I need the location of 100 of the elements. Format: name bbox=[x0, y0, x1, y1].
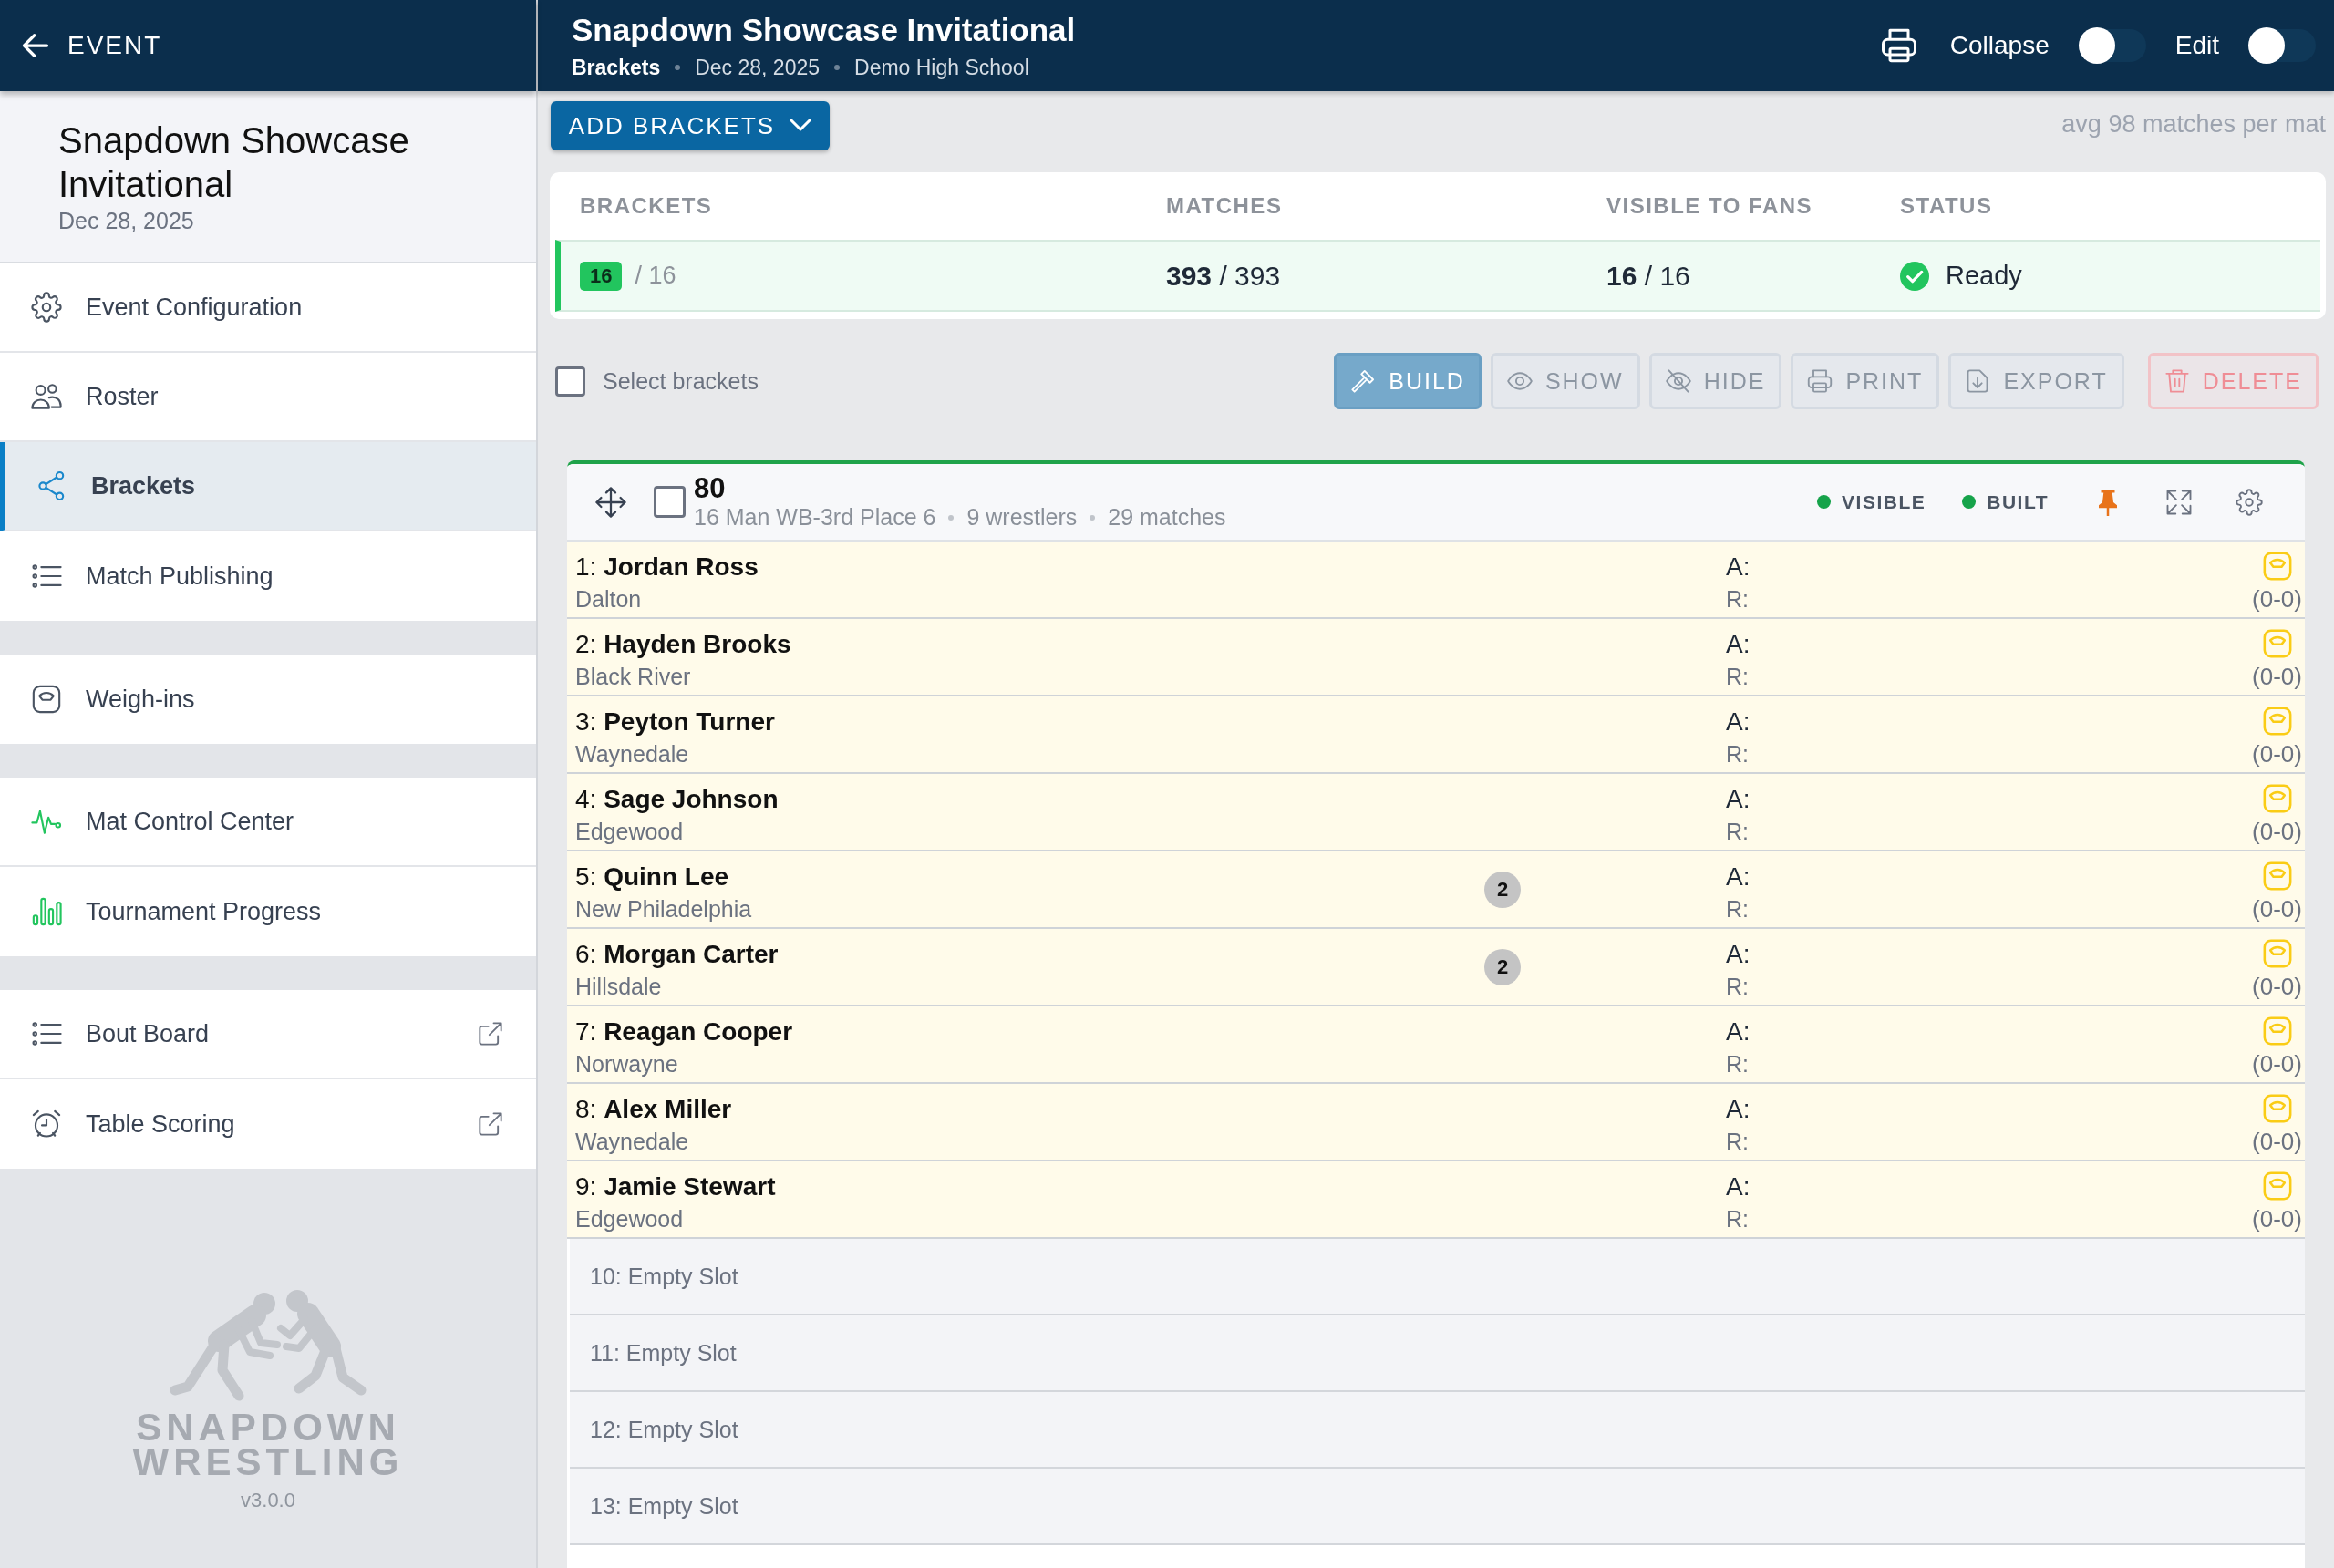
a-label: A: bbox=[1726, 1095, 1750, 1124]
count-badge: 2 bbox=[1484, 871, 1521, 908]
alarm-clock-icon bbox=[31, 1109, 62, 1140]
move-icon[interactable] bbox=[595, 486, 626, 518]
logo-wordmark: WRESTLING bbox=[132, 1445, 404, 1480]
empty-slot-row[interactable]: 10: Empty Slot bbox=[570, 1239, 2305, 1315]
wrestler-name: 5: Quinn Lee bbox=[575, 862, 729, 892]
event-date: Dec 28, 2025 bbox=[58, 208, 194, 234]
external-link-icon[interactable] bbox=[478, 1111, 503, 1137]
count-total: / 16 bbox=[635, 262, 676, 290]
r-label: R: bbox=[1726, 896, 1749, 923]
wrestler-row[interactable]: 1: Jordan Ross Dalton A: R: (0-0) bbox=[567, 542, 2305, 619]
a-label: A: bbox=[1726, 862, 1750, 892]
eye-slash-icon bbox=[1665, 368, 1691, 394]
count-badge: 2 bbox=[1484, 948, 1521, 985]
team-name: Dalton bbox=[575, 586, 642, 613]
people-icon bbox=[31, 381, 62, 412]
visible-value: 16 / 16 bbox=[1606, 260, 1690, 291]
page-title: Snapdown Showcase Invitational bbox=[572, 11, 1076, 48]
wrestler-name: 2: Hayden Brooks bbox=[575, 630, 791, 659]
flag-label: BUILT bbox=[1987, 490, 2049, 513]
toggle-label: Edit bbox=[2174, 31, 2219, 60]
flag-label: VISIBLE bbox=[1842, 490, 1926, 513]
checkbox[interactable] bbox=[654, 486, 686, 518]
wrestler-row[interactable]: 6: Morgan Carter Hillsdale 2 A: R: (0-0) bbox=[567, 929, 2305, 1006]
back-button[interactable]: EVENT bbox=[16, 26, 168, 66]
status-text: Ready bbox=[1946, 261, 2022, 291]
a-label: A: bbox=[1726, 1017, 1750, 1047]
expand-icon[interactable] bbox=[2165, 488, 2193, 516]
wrestler-row[interactable]: 2: Hayden Brooks Black River A: R: (0-0) bbox=[567, 619, 2305, 696]
team-name: Hillsdale bbox=[575, 974, 662, 1000]
toggle-switch[interactable] bbox=[2248, 29, 2316, 62]
wrestler-name: 9: Jamie Stewart bbox=[575, 1172, 776, 1202]
team-name: Waynedale bbox=[575, 1129, 689, 1155]
a-label: A: bbox=[1726, 785, 1750, 814]
wrestler-name: 1: Jordan Ross bbox=[575, 552, 759, 582]
trash-icon bbox=[2164, 368, 2190, 394]
bracket-title: 80 bbox=[694, 473, 726, 504]
column-header: VISIBLE TO FANS bbox=[1606, 193, 1813, 219]
wrestler-row[interactable]: 5: Quinn Lee New Philadelphia 2 A: R: (0-0) bbox=[567, 851, 2305, 929]
record-text: (0-0) bbox=[2252, 973, 2302, 1001]
wrestler-row[interactable]: 8: Alex Miller Waynedale A: R: (0-0) bbox=[567, 1084, 2305, 1161]
toggle-label: Collapse bbox=[1949, 31, 2050, 60]
r-label: R: bbox=[1726, 1206, 1749, 1233]
wrestler-name: 3: Peyton Turner bbox=[575, 707, 775, 737]
record-text: (0-0) bbox=[2252, 585, 2302, 614]
record-text: (0-0) bbox=[2252, 1205, 2302, 1233]
scale-icon bbox=[31, 684, 62, 715]
gear-icon bbox=[31, 292, 62, 323]
toggle-switch[interactable] bbox=[2078, 29, 2146, 62]
r-label: R: bbox=[1726, 664, 1749, 690]
count-badge: 16 bbox=[580, 261, 623, 291]
r-label: R: bbox=[1726, 1051, 1749, 1078]
team-name: Edgewood bbox=[575, 1206, 684, 1233]
column-header: MATCHES bbox=[1166, 193, 1283, 219]
r-label: R: bbox=[1726, 974, 1749, 1000]
check-circle-icon bbox=[1900, 261, 1929, 291]
column-header: STATUS bbox=[1900, 193, 1993, 219]
record-text: (0-0) bbox=[2252, 663, 2302, 691]
r-label: R: bbox=[1726, 741, 1749, 768]
r-label: R: bbox=[1726, 1129, 1749, 1155]
column-header: BRACKETS bbox=[580, 193, 713, 219]
record-text: (0-0) bbox=[2252, 740, 2302, 769]
empty-slot-row[interactable]: 11: Empty Slot bbox=[570, 1315, 2305, 1392]
average-text: avg 98 matches per mat bbox=[2061, 110, 2326, 139]
record-text: (0-0) bbox=[2252, 895, 2302, 923]
breadcrumb-text: Dec 28, 2025 bbox=[695, 55, 820, 80]
bracket-meta-text: 29 matches bbox=[1108, 504, 1226, 531]
team-name: Edgewood bbox=[575, 819, 684, 845]
external-link-icon[interactable] bbox=[478, 1021, 503, 1047]
event-title: Snapdown Showcase Invitational bbox=[58, 119, 410, 206]
settings-icon[interactable] bbox=[2236, 488, 2263, 516]
select-label: Select brackets bbox=[603, 367, 759, 395]
a-label: A: bbox=[1726, 940, 1750, 969]
team-name: Waynedale bbox=[575, 741, 689, 768]
wrestler-name: 8: Alex Miller bbox=[575, 1095, 732, 1124]
wrestler-row[interactable]: 3: Peyton Turner Waynedale A: R: (0-0) bbox=[567, 696, 2305, 774]
wrestler-row[interactable]: 4: Sage Johnson Edgewood A: R: (0-0) bbox=[567, 774, 2305, 851]
checkbox[interactable] bbox=[555, 366, 585, 397]
wrestler-row[interactable]: 7: Reagan Cooper Norwayne A: R: (0-0) bbox=[567, 1006, 2305, 1084]
matches-value: 393 / 393 bbox=[1166, 260, 1281, 291]
r-label: R: bbox=[1726, 586, 1749, 613]
bracket-meta-text: 16 Man WB-3rd Place 6 bbox=[694, 504, 936, 531]
wrestler-name: 7: Reagan Cooper bbox=[575, 1017, 793, 1047]
nav-item[interactable]: Brackets bbox=[0, 442, 536, 531]
wrestler-row[interactable]: 9: Jamie Stewart Edgewood A: R: (0-0) bbox=[567, 1161, 2305, 1239]
wrestler-name: 6: Morgan Carter bbox=[575, 940, 779, 969]
add-brackets-button[interactable]: ADD BRACKETS bbox=[551, 101, 830, 150]
wrestler-name: 4: Sage Johnson bbox=[575, 785, 779, 814]
empty-slot-row[interactable]: 12: Empty Slot bbox=[570, 1392, 2305, 1469]
r-label: R: bbox=[1726, 819, 1749, 845]
record-text: (0-0) bbox=[2252, 1050, 2302, 1078]
bar-chart-icon bbox=[31, 896, 62, 927]
bracket-meta-text: 9 wrestlers bbox=[966, 504, 1078, 531]
logo-wordmark: SNAPDOWN bbox=[136, 1410, 400, 1445]
record-text: (0-0) bbox=[2252, 1128, 2302, 1156]
empty-slot-row[interactable]: 13: Empty Slot bbox=[570, 1469, 2305, 1545]
team-name: New Philadelphia bbox=[575, 896, 752, 923]
team-name: Norwayne bbox=[575, 1051, 678, 1078]
a-label: A: bbox=[1726, 630, 1750, 659]
